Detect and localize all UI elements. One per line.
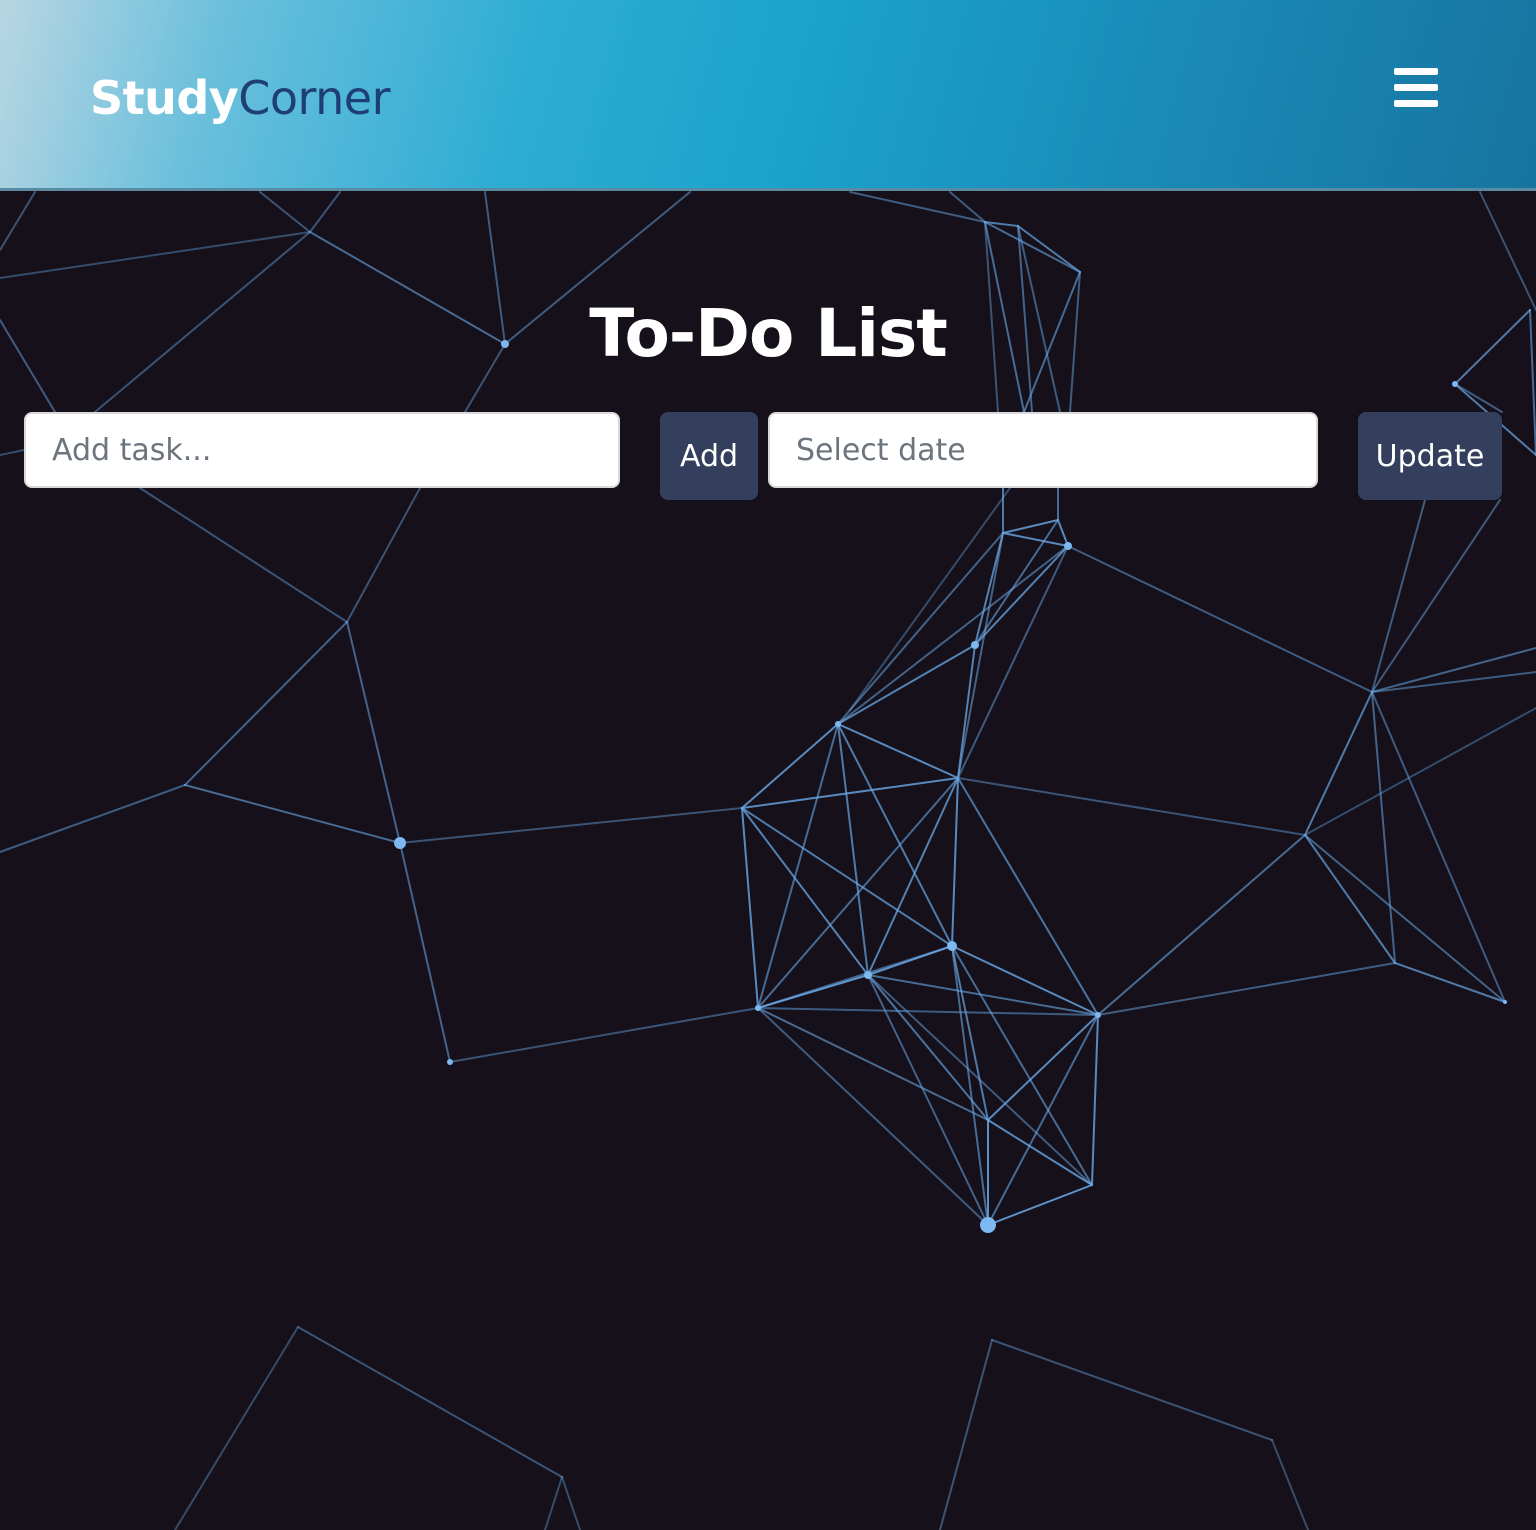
page-title: To-Do List [589, 295, 948, 372]
add-button[interactable]: Add [660, 412, 758, 500]
update-button[interactable]: Update [1358, 412, 1502, 500]
task-input[interactable] [24, 412, 620, 488]
network-background [0, 191, 1536, 1530]
menu-bar-bottom [1394, 100, 1438, 107]
logo-study-text: Study [90, 71, 239, 125]
logo-corner-text: Corner [238, 71, 391, 125]
menu-bar-top [1394, 68, 1438, 75]
menu-bar-middle [1394, 84, 1438, 91]
date-input[interactable] [768, 412, 1318, 488]
site-header: StudyCorner [0, 0, 1536, 191]
hamburger-menu-icon[interactable] [1394, 68, 1438, 108]
logo[interactable]: StudyCorner [90, 68, 391, 128]
